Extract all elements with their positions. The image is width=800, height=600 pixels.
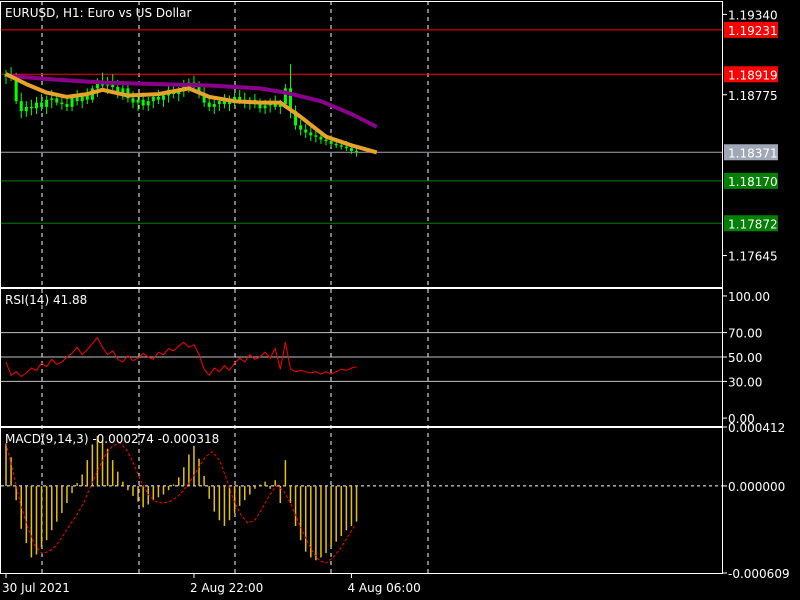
rsi-tick-label: 100.00 xyxy=(728,290,770,304)
candle-body xyxy=(355,150,359,153)
price-tick-label: 1.19340 xyxy=(728,8,778,22)
candle-body xyxy=(50,98,54,100)
candle-body xyxy=(70,96,74,107)
candle-body xyxy=(151,96,155,102)
candle[interactable] xyxy=(65,98,69,112)
candle-body xyxy=(34,102,38,109)
candle-body xyxy=(212,104,216,107)
candle[interactable] xyxy=(34,96,38,114)
candle-body xyxy=(329,141,333,144)
candle-body xyxy=(258,104,262,109)
candle-body xyxy=(238,96,242,100)
price-axis: 1.19340 1.18775 1.17645 100.00 70.00 50.00 30.… xyxy=(722,8,790,581)
candle[interactable] xyxy=(121,82,125,100)
rsi-tick-label: 30.00 xyxy=(728,375,762,389)
price-tag-label: 1.18371 xyxy=(728,146,778,160)
rsi-tick-label: 70.00 xyxy=(728,327,762,341)
candle[interactable] xyxy=(309,126,313,142)
candle-body xyxy=(161,95,165,100)
price-tick-label: 1.18775 xyxy=(728,89,778,103)
candle-body xyxy=(319,136,323,140)
time-tick-label: 30 Jul 2021 xyxy=(2,581,70,595)
macd-tick-label: 0.000412 xyxy=(728,421,785,435)
price-tick-label: 1.17645 xyxy=(728,250,778,264)
candle[interactable] xyxy=(29,99,33,116)
candle-body xyxy=(304,129,308,133)
rsi-panel[interactable] xyxy=(1,332,722,382)
candle-body xyxy=(45,99,49,107)
candle-body xyxy=(349,148,353,151)
candle-body xyxy=(217,101,221,105)
candle-body xyxy=(65,104,69,107)
candle[interactable] xyxy=(60,96,64,110)
rsi-title: RSI(14) 41.88 xyxy=(5,293,87,307)
candle-body xyxy=(309,132,313,136)
rsi-tick-label: 50.00 xyxy=(728,351,762,365)
candle[interactable] xyxy=(24,101,28,117)
candle[interactable] xyxy=(258,98,262,113)
candle-body xyxy=(299,125,303,130)
macd-tick-label: 0.000000 xyxy=(728,480,785,494)
candle-body xyxy=(40,102,44,107)
candle-body xyxy=(324,139,328,142)
price-panel-frame xyxy=(0,1,723,288)
candle-body xyxy=(136,99,140,103)
candle[interactable] xyxy=(304,123,308,139)
candle-body xyxy=(29,106,33,109)
candle-body xyxy=(121,88,125,93)
candle-body xyxy=(141,99,145,106)
candle[interactable] xyxy=(126,82,130,103)
candle[interactable] xyxy=(45,95,49,114)
macd-panel[interactable] xyxy=(1,435,722,564)
candle-body xyxy=(156,96,160,100)
price-tag-label: 1.18919 xyxy=(728,68,778,82)
candle-body xyxy=(314,135,318,137)
price-tag-label: 1.17872 xyxy=(728,217,778,231)
macd-signal-line xyxy=(5,442,355,564)
candle-body xyxy=(55,98,59,103)
candle[interactable] xyxy=(294,105,298,130)
symbol-title: EURUSD, H1: Euro vs US Dollar xyxy=(5,6,191,20)
candle-body xyxy=(19,101,23,112)
chart-canvas: 1.19340 1.18775 1.17645 100.00 70.00 50.00 30.… xyxy=(0,1,790,595)
candle[interactable] xyxy=(146,96,150,112)
candle-body xyxy=(344,146,348,149)
price-tag-label: 1.18170 xyxy=(728,175,778,189)
candle[interactable] xyxy=(212,98,216,114)
candle-body xyxy=(146,101,150,106)
candle[interactable] xyxy=(299,119,303,136)
candle-body xyxy=(24,106,28,112)
time-axis: 30 Jul 2021 2 Aug 22:00 4 Aug 06:00 xyxy=(2,573,421,595)
time-tick-label: 4 Aug 06:00 xyxy=(347,581,420,595)
candle[interactable] xyxy=(40,94,44,112)
macd-title: MACD(9,14,3) -0.000274 -0.000318 xyxy=(5,432,219,446)
candle-body xyxy=(131,98,135,103)
price-tag-label: 1.19231 xyxy=(728,24,778,38)
panel-frames xyxy=(0,1,723,574)
candle-body xyxy=(339,145,343,147)
candle[interactable] xyxy=(228,95,232,112)
candle[interactable] xyxy=(268,98,272,113)
candle[interactable] xyxy=(19,92,23,119)
candle-body xyxy=(263,105,267,109)
macd-panel-frame xyxy=(0,427,723,574)
candle-body xyxy=(60,102,64,105)
time-tick-label: 2 Aug 22:00 xyxy=(190,581,263,595)
price-panel[interactable] xyxy=(1,29,722,224)
macd-tick-label: -0.000609 xyxy=(728,567,790,581)
candle-body xyxy=(207,102,211,107)
candle-body xyxy=(334,143,338,146)
